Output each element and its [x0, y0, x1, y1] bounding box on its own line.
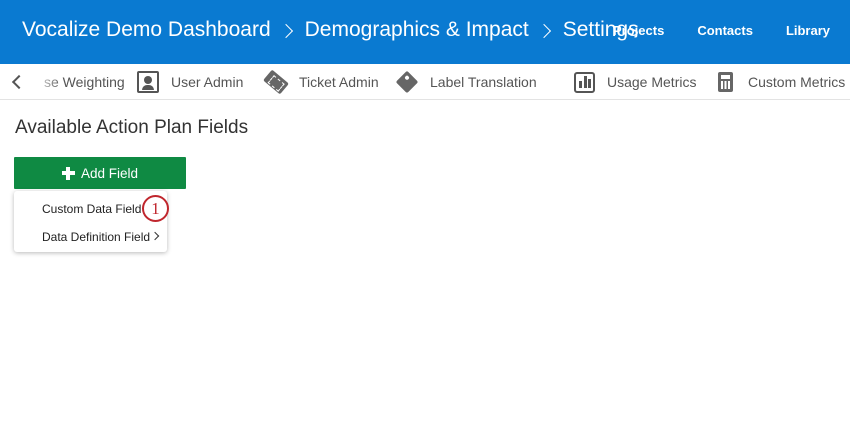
plus-icon: [61, 166, 75, 180]
ticket-icon: [263, 69, 289, 95]
nav-contacts[interactable]: Contacts: [697, 23, 753, 38]
calculator-icon: [718, 72, 733, 92]
add-field-label: Add Field: [80, 165, 139, 181]
top-nav: Projects Contacts Library Ac: [613, 23, 850, 38]
breadcrumb: Vocalize Demo Dashboard Demographics & I…: [22, 18, 639, 42]
chevron-right-icon: [150, 231, 160, 241]
tab-usage-metrics[interactable]: Usage Metrics: [574, 64, 697, 99]
menu-item-data-definition-field[interactable]: Data Definition Field: [42, 230, 150, 244]
chevron-right-icon: [278, 23, 293, 39]
chevron-left-icon[interactable]: [8, 72, 28, 92]
chevron-right-icon: [536, 23, 551, 39]
tab-scroll-fade: [32, 64, 70, 99]
breadcrumb-dashboard[interactable]: Vocalize Demo Dashboard: [22, 18, 271, 42]
menu-item-custom-data-field[interactable]: Custom Data Field: [42, 202, 141, 216]
tab-ticket-admin[interactable]: Ticket Admin: [263, 64, 379, 99]
nav-projects[interactable]: Projects: [613, 23, 664, 38]
tab-custom-metrics[interactable]: Custom Metrics: [718, 64, 846, 99]
tab-label: User Admin: [171, 74, 244, 90]
tag-icon: [395, 70, 419, 94]
top-header: Vocalize Demo Dashboard Demographics & I…: [0, 0, 850, 64]
tab-label: Custom Metrics: [748, 74, 846, 90]
tab-user-admin[interactable]: User Admin: [137, 64, 244, 99]
page-title: Available Action Plan Fields: [15, 117, 249, 138]
step-callout-badge: 1: [142, 195, 169, 222]
user-admin-icon: [137, 71, 159, 93]
add-field-button[interactable]: Add Field: [14, 157, 186, 189]
tab-label: Ticket Admin: [299, 74, 379, 90]
tab-label: Usage Metrics: [607, 74, 697, 90]
breadcrumb-page[interactable]: Demographics & Impact: [305, 18, 529, 42]
tab-label: Label Translation: [430, 74, 537, 90]
settings-tab-bar: se Weighting User Admin Ticket Admin Lab…: [0, 64, 850, 100]
bar-chart-icon: [574, 71, 595, 93]
nav-library[interactable]: Library: [786, 23, 830, 38]
tab-label-translation[interactable]: Label Translation: [395, 64, 537, 99]
